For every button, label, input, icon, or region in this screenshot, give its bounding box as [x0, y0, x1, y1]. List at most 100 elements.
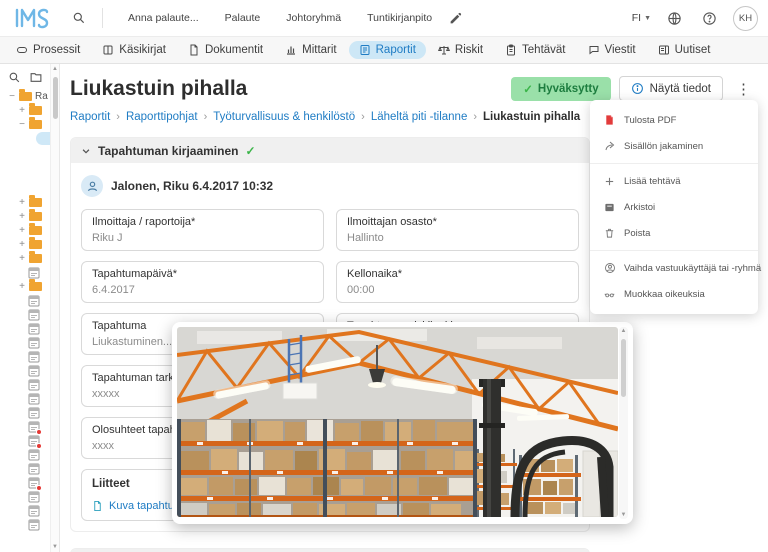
expand-icon[interactable]: +: [18, 105, 26, 116]
tab-riskit[interactable]: Riskit: [428, 41, 493, 59]
breadcrumb-separator: ›: [116, 111, 120, 123]
field-label: Ilmoittaja / raportoija*: [92, 216, 196, 228]
show-details-button[interactable]: Näytä tiedot: [618, 76, 723, 101]
menu-item-label: Sisällön jakaminen: [624, 140, 704, 152]
menu-item-label: Muokkaa oikeuksia: [624, 288, 705, 300]
breadcrumb-tyoturvallisuus[interactable]: Työturvallisuus & henkilöstö: [213, 111, 355, 123]
book-icon: [102, 44, 114, 56]
language-selector[interactable]: FI ▼: [632, 12, 651, 24]
menu-item-change-owner[interactable]: Vaihda vastuukäyttäjä tai -ryhmä: [590, 255, 762, 281]
scroll-up-icon[interactable]: ▲: [51, 66, 59, 72]
attachment-preview-popup: ▲ ▼: [172, 322, 633, 524]
menu-item-add-task[interactable]: Lisää tehtävä: [590, 168, 758, 194]
breadcrumb-raporttipohjat[interactable]: Raporttipohjat: [126, 111, 198, 123]
collapse-icon[interactable]: −: [8, 91, 16, 102]
ims-logo[interactable]: [14, 6, 50, 30]
field-kellonaika[interactable]: Kellonaika* 00:00: [336, 261, 579, 303]
collapse-icon[interactable]: −: [18, 119, 26, 130]
avatar[interactable]: KH: [733, 5, 758, 31]
status-badge-approved[interactable]: ✓ Hyväksytty: [511, 76, 611, 101]
expand-icon[interactable]: +: [18, 253, 26, 264]
field-ilmoittaja[interactable]: Ilmoittaja / raportoija* Riku J: [81, 209, 324, 251]
page-title: Liukastuin pihalla: [70, 76, 248, 100]
breadcrumb-separator: ›: [473, 111, 478, 123]
topbar-link-anna-palaute[interactable]: Anna palaute...: [128, 12, 199, 24]
trash-icon: [603, 227, 616, 239]
menu-item-print-pdf[interactable]: Tulosta PDF: [590, 107, 758, 133]
bar-chart-icon: [285, 44, 297, 56]
folder-icon: [29, 279, 42, 291]
tab-raportit[interactable]: Raportit: [348, 41, 426, 59]
kebab-menu-button[interactable]: ⋮: [731, 80, 756, 98]
breadcrumb-separator: ›: [203, 111, 208, 123]
tab-kasikirjat[interactable]: Käsikirjat: [92, 41, 176, 59]
menu-item-label: Vaihda vastuukäyttäjä tai -ryhmä: [624, 262, 762, 274]
field-osasto[interactable]: Ilmoittajan osasto* Hallinto: [336, 209, 579, 251]
folder-icon: [19, 89, 32, 101]
scrollbar-thumb[interactable]: [621, 339, 626, 397]
tab-label: Prosessit: [33, 44, 81, 56]
menu-item-delete[interactable]: Poista: [590, 220, 758, 246]
report-form-icon: [28, 337, 40, 349]
expand-icon[interactable]: +: [18, 211, 26, 222]
sidebar-scrollbar[interactable]: ▲ ▼: [50, 64, 59, 552]
warehouse-photo[interactable]: [177, 327, 618, 517]
tab-dokumentit[interactable]: Dokumentit: [178, 41, 273, 59]
folder-icon: [29, 117, 42, 129]
scrollbar-thumb[interactable]: [53, 77, 58, 119]
menu-divider: [590, 163, 758, 164]
popup-scrollbar[interactable]: ▲ ▼: [619, 327, 628, 519]
field-label: Ilmoittajan osasto*: [347, 216, 437, 228]
topbar-link-palaute[interactable]: Palaute: [225, 12, 261, 24]
report-form-icon: [28, 477, 42, 491]
scroll-up-icon[interactable]: ▲: [619, 328, 628, 334]
tab-viestit[interactable]: Viestit: [578, 41, 646, 59]
menu-item-share[interactable]: Sisällön jakaminen: [590, 133, 758, 159]
tab-prosessit[interactable]: Prosessit: [6, 41, 90, 59]
scroll-down-icon[interactable]: ▼: [619, 512, 628, 518]
divider: [102, 8, 103, 28]
pencil-icon[interactable]: [445, 8, 466, 29]
field-value: Hallinto: [347, 232, 384, 244]
breadcrumb-current: Liukastuin pihalla: [483, 111, 581, 123]
info-icon: [631, 83, 643, 94]
tab-mittarit[interactable]: Mittarit: [275, 41, 347, 59]
folder-icon: [29, 251, 42, 263]
report-icon: [359, 44, 371, 56]
expand-icon[interactable]: +: [18, 197, 26, 208]
folder-icon: [29, 195, 42, 207]
tab-label: Käsikirjat: [119, 44, 166, 56]
tab-label: Viestit: [604, 44, 636, 56]
breadcrumb-raportit[interactable]: Raportit: [70, 111, 110, 123]
expand-icon[interactable]: +: [18, 281, 26, 292]
help-icon[interactable]: [698, 7, 721, 30]
tree-collection-icon[interactable]: [29, 71, 43, 84]
menu-item-edit-permissions[interactable]: Muokkaa oikeuksia: [590, 281, 758, 307]
check-icon: ✓: [523, 83, 533, 96]
menu-item-archive[interactable]: Arkistoi: [590, 194, 758, 220]
report-form-icon: [28, 323, 40, 335]
globe-icon[interactable]: [663, 7, 686, 30]
report-form-icon: [28, 519, 40, 531]
tab-label: Riskit: [454, 44, 484, 56]
field-tapahtumapaiva[interactable]: Tapahtumapäivä* 6.4.2017: [81, 261, 324, 303]
report-form-icon: [28, 449, 40, 461]
search-icon[interactable]: [68, 7, 90, 29]
topbar-link-johtoryhma[interactable]: Johtoryhmä: [286, 12, 341, 24]
section-header-kirjaaminen[interactable]: Tapahtuman kirjaaminen ✓: [71, 138, 589, 163]
expand-icon[interactable]: +: [18, 239, 26, 250]
field-value: 00:00: [347, 284, 375, 296]
top-bar: Anna palaute... Palaute Johtoryhmä Tunti…: [0, 0, 768, 36]
news-icon: [658, 44, 670, 56]
tab-label: Tehtävät: [522, 44, 566, 56]
tree-search-icon[interactable]: [8, 71, 21, 84]
field-label: Tapahtumapäivä*: [92, 268, 178, 280]
expand-icon[interactable]: +: [18, 225, 26, 236]
report-form-icon: [28, 295, 40, 307]
plus-icon: [603, 176, 616, 187]
scroll-down-icon[interactable]: ▼: [51, 544, 59, 550]
tab-tehtavat[interactable]: Tehtävät: [495, 41, 575, 59]
tab-uutiset[interactable]: Uutiset: [648, 41, 721, 59]
breadcrumb-lahelta-piti[interactable]: Läheltä piti -tilanne: [371, 111, 468, 123]
topbar-link-tuntikirjanpito[interactable]: Tuntikirjanpito: [367, 12, 432, 24]
